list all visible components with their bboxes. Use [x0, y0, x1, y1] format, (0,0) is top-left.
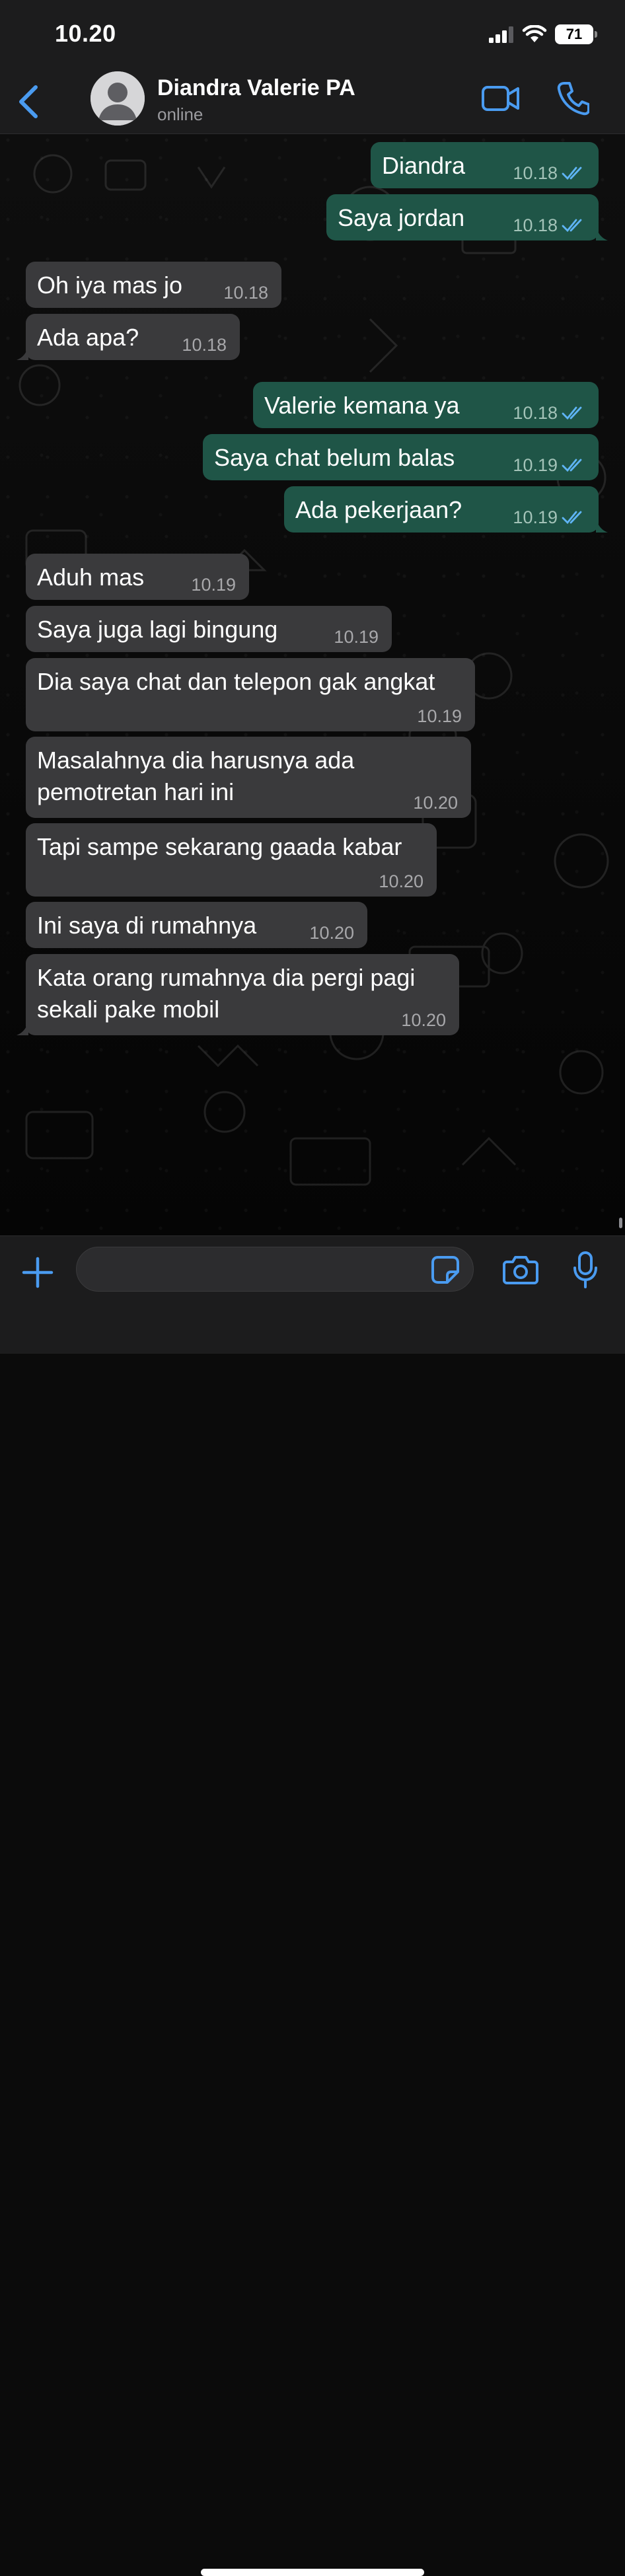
message-bubble-incoming[interactable]: Kata orang rumahnya dia pergi pagi sekal… [17, 954, 459, 1035]
contact-avatar[interactable] [91, 71, 145, 126]
message-text: Aduh mas [37, 564, 145, 591]
message-timestamp: 10.19 [334, 627, 379, 647]
message-timestamp: 10.20 [379, 871, 423, 891]
message-bubble-outgoing[interactable]: Saya jordan 10.18 [326, 194, 608, 240]
read-ticks-icon [562, 166, 582, 180]
read-ticks-icon [562, 219, 582, 233]
message-text: Ada pekerjaan? [295, 496, 462, 523]
scrollbar[interactable] [619, 1218, 622, 1228]
read-ticks-icon [562, 511, 582, 525]
message-bubble-outgoing[interactable]: Diandra 10.18 [371, 142, 599, 188]
message-time: 10.18 [223, 283, 268, 303]
wifi-icon [522, 25, 547, 42]
phone-icon[interactable] [556, 81, 589, 116]
message-timestamp: 10.20 [309, 923, 354, 943]
message-time: 10.20 [309, 923, 354, 943]
bubble-tail [17, 1022, 28, 1035]
input-bar [0, 1235, 625, 2576]
contact-status: online [157, 104, 203, 124]
message-timestamp: 10.20 [413, 793, 458, 813]
message-bubble-incoming[interactable]: Oh iya mas jo 10.18 [26, 262, 281, 308]
read-ticks-icon [562, 459, 582, 472]
message-text: Saya jordan [338, 204, 465, 231]
message-timestamp: 10.19 [513, 507, 558, 527]
message-timestamp: 10.19 [191, 575, 236, 595]
message-text: Tapi sampe sekarang gaada kabar [37, 833, 402, 860]
message-text: Valerie kemana ya [264, 392, 460, 419]
message-time: 10.20 [413, 793, 458, 813]
message-text: Saya chat belum balas [214, 444, 455, 471]
message-time: 10.18 [513, 403, 585, 423]
message-bubble-incoming[interactable]: Saya juga lagi bingung 10.19 [26, 606, 392, 652]
message-time: 10.19 [513, 455, 585, 475]
message-timestamp: 10.18 [513, 215, 558, 235]
message-text: Saya juga lagi bingung [37, 616, 278, 643]
message-timestamp: 10.18 [182, 335, 227, 355]
chat-area[interactable]: Diandra 10.18 Saya jordan 10.18 Oh iya m… [0, 134, 625, 1235]
message-time: 10.18 [513, 215, 585, 235]
bubble-tail [596, 519, 608, 533]
message-timestamp: 10.20 [401, 1010, 446, 1030]
message-time: 10.18 [513, 163, 585, 183]
message-text: Masalahnya dia harusnya ada pemotretan h… [37, 747, 355, 805]
message-time: 10.19 [334, 627, 379, 647]
status-bar: 10.20 71 [0, 0, 625, 69]
message-timestamp: 10.19 [417, 706, 462, 726]
message-bubble-incoming[interactable]: Aduh mas 10.19 [26, 554, 249, 600]
contact-name[interactable]: Diandra Valerie PA [157, 75, 355, 101]
microphone-icon[interactable] [572, 1251, 599, 1289]
message-timestamp: 10.19 [513, 455, 558, 475]
bubble-tail [17, 347, 28, 360]
message-text: Oh iya mas jo [37, 272, 183, 299]
status-icons: 71 [489, 22, 597, 46]
message-text: Dia saya chat dan telepon gak angkat [37, 668, 435, 695]
back-button[interactable] [16, 83, 42, 120]
battery-indicator: 71 [555, 24, 597, 44]
bubble-tail [596, 227, 608, 240]
read-ticks-icon [562, 406, 582, 420]
home-indicator[interactable] [201, 2569, 424, 2576]
message-bubble-outgoing[interactable]: Saya chat belum balas 10.19 [203, 434, 599, 480]
message-timestamp: 10.18 [513, 163, 558, 183]
message-text: Ada apa? [37, 324, 139, 351]
battery-level: 71 [566, 26, 583, 42]
chat-header: Diandra Valerie PA online [0, 69, 625, 134]
camera-icon[interactable] [503, 1254, 538, 1284]
message-time: 10.19 [191, 575, 236, 595]
message-time: 10.19 [513, 507, 585, 527]
message-bubble-incoming[interactable]: Ini saya di rumahnya 10.20 [26, 902, 367, 948]
video-camera-icon[interactable] [481, 83, 521, 114]
message-time: 10.20 [379, 871, 423, 891]
person-icon [91, 71, 145, 126]
message-text: Diandra [382, 152, 466, 179]
message-time: 10.19 [417, 706, 462, 726]
message-timestamp: 10.18 [223, 283, 268, 303]
status-time: 10.20 [55, 20, 116, 47]
message-text: Kata orang rumahnya dia pergi pagi sekal… [37, 964, 416, 1023]
message-bubble-incoming[interactable]: Ada apa? 10.18 [17, 314, 240, 360]
signal-icon [489, 26, 513, 43]
plus-icon[interactable] [21, 1256, 54, 1289]
message-time: 10.20 [401, 1010, 446, 1030]
sticker-icon[interactable] [430, 1255, 460, 1285]
message-input[interactable] [76, 1247, 474, 1292]
message-bubble-incoming[interactable]: Dia saya chat dan telepon gak angkat 10.… [26, 658, 475, 731]
message-time: 10.18 [182, 335, 227, 355]
message-timestamp: 10.18 [513, 403, 558, 423]
message-text: Ini saya di rumahnya [37, 912, 257, 939]
message-bubble-incoming[interactable]: Masalahnya dia harusnya ada pemotretan h… [26, 737, 471, 818]
message-bubble-outgoing[interactable]: Ada pekerjaan? 10.19 [284, 486, 608, 533]
message-bubble-outgoing[interactable]: Valerie kemana ya 10.18 [253, 382, 599, 428]
message-bubble-incoming[interactable]: Tapi sampe sekarang gaada kabar 10.20 [26, 823, 437, 897]
